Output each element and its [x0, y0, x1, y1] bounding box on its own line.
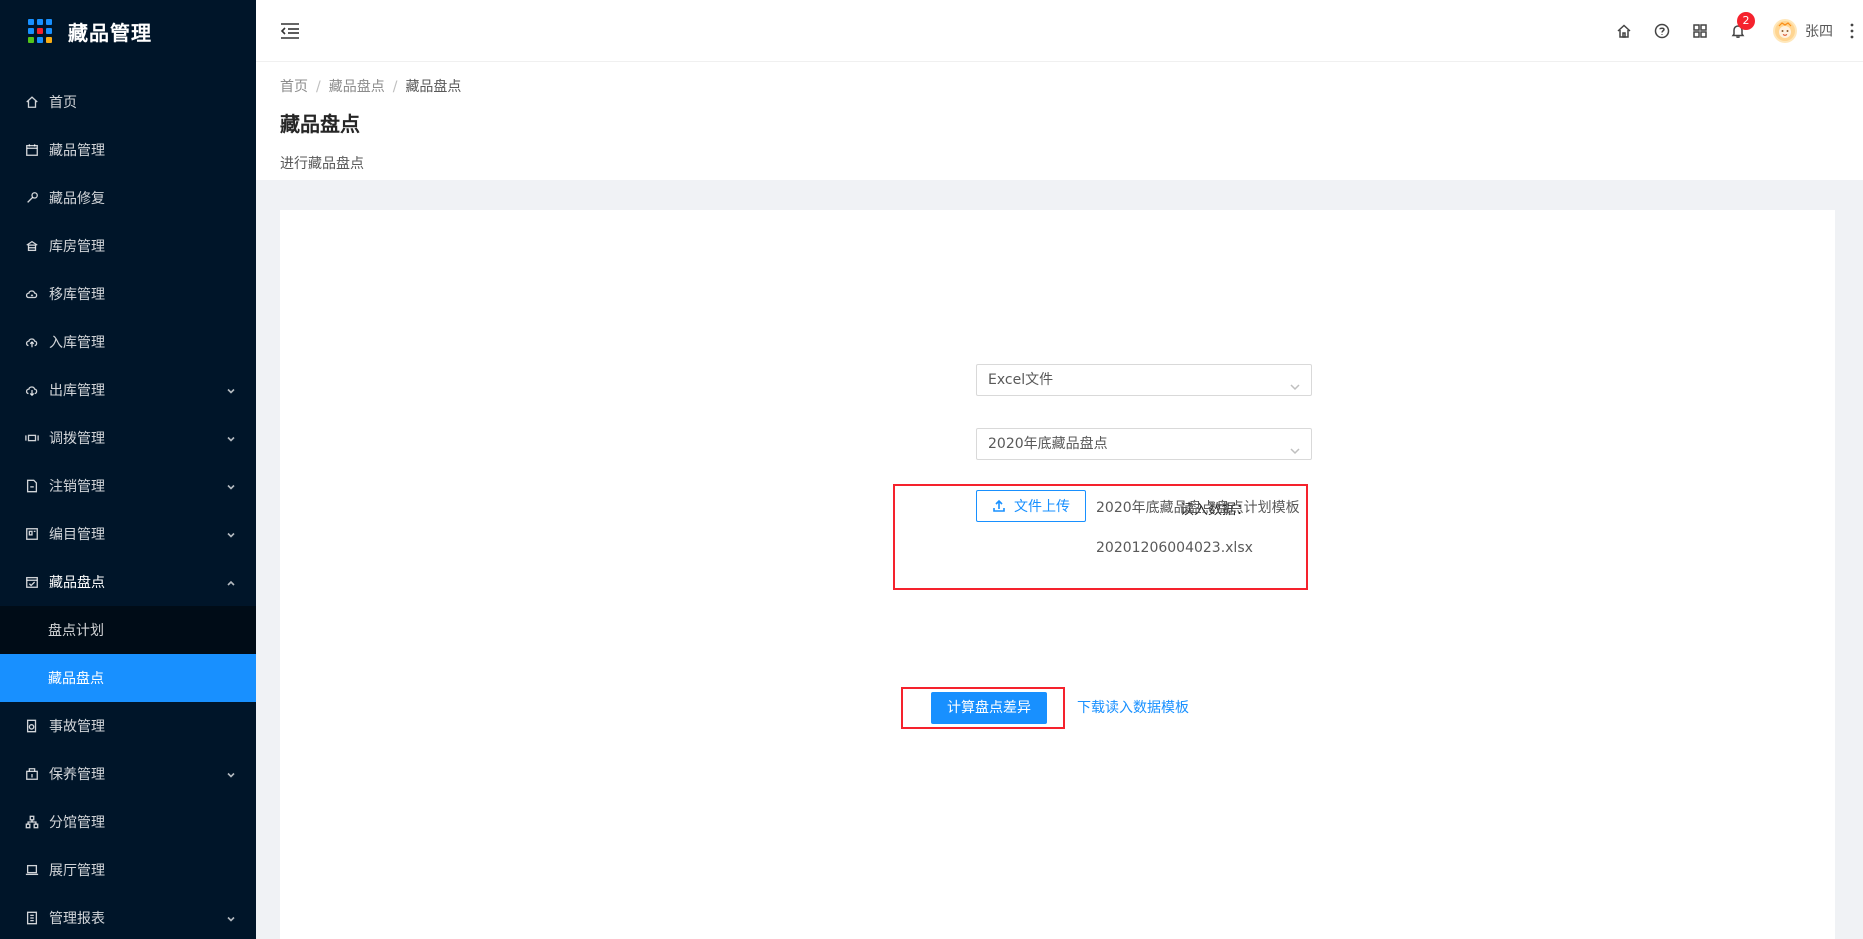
sidebar-item[interactable]: 首页	[0, 78, 256, 126]
sidebar-item-label: 事故管理	[49, 719, 105, 735]
sidebar-item-label: 分馆管理	[49, 815, 105, 831]
sidebar-item[interactable]: 入库管理	[0, 318, 256, 366]
sidebar-menu: 首页藏品管理藏品修复库房管理移库管理入库管理出库管理调拨管理注销管理编目管理藏品…	[0, 78, 256, 939]
sidebar-subitem-label: 盘点计划	[48, 623, 104, 639]
username[interactable]: 张四	[1805, 21, 1833, 41]
sidebar-item[interactable]: 保养管理	[0, 750, 256, 798]
sidebar-item[interactable]: 藏品修复	[0, 174, 256, 222]
plan-select[interactable]: 2020年底藏品盘点	[976, 428, 1312, 460]
chevron-down-icon	[226, 432, 236, 442]
upload-button[interactable]: 文件上传	[976, 490, 1086, 522]
sidebar-item-label: 保养管理	[49, 767, 105, 783]
sidebar-item-label: 展厅管理	[49, 863, 105, 879]
brand[interactable]: 藏品管理	[0, 0, 256, 62]
laptop-icon	[24, 862, 40, 878]
breadcrumb-inventory[interactable]: 藏品盘点	[329, 79, 385, 95]
inventory-icon	[24, 574, 40, 590]
source-select-value: Excel文件	[988, 372, 1054, 388]
sidebar-item[interactable]: 出库管理	[0, 366, 256, 414]
branch-icon	[24, 814, 40, 830]
sidebar-item[interactable]: 分馆管理	[0, 798, 256, 846]
breadcrumb-home[interactable]: 首页	[280, 79, 308, 95]
storage-icon	[24, 238, 40, 254]
sidebar-item-label: 首页	[49, 95, 77, 111]
sidebar-item-label: 藏品盘点	[49, 575, 105, 591]
cloud-sync-icon	[24, 286, 40, 302]
menu-fold-icon[interactable]	[280, 22, 300, 40]
sidebar-subitem-label: 藏品盘点	[48, 671, 104, 687]
home-icon	[24, 94, 40, 110]
content-card: 盘点数据来源： Excel文件 盘点计划： 2020年底藏品盘点 读入数据： 文…	[280, 210, 1835, 939]
sidebar-item[interactable]: 调拨管理	[0, 414, 256, 462]
sidebar: 藏品管理 首页 藏品管理 藏品修复 库房管理 移库管理 入库管理 出库管理 调拨管理 注销管理编…	[0, 0, 256, 939]
sidebar-item[interactable]: 管理报表	[0, 894, 256, 939]
more-vertical-icon[interactable]	[1845, 22, 1859, 40]
sidebar-item[interactable]: 库房管理	[0, 222, 256, 270]
sidebar-item-label: 入库管理	[49, 335, 105, 351]
sidebar-item-label: 管理报表	[49, 911, 105, 927]
sidebar-item-label: 藏品修复	[49, 191, 105, 207]
sidebar-item-label: 编目管理	[49, 527, 105, 543]
top-header: 2 张四	[256, 0, 1863, 62]
maintenance-icon	[24, 766, 40, 782]
incident-icon	[24, 718, 40, 734]
sidebar-item[interactable]: 编目管理	[0, 510, 256, 558]
sidebar-item-label: 藏品管理	[49, 143, 105, 159]
app-grid-logo-icon	[28, 19, 52, 43]
breadcrumb-separator: /	[392, 79, 398, 95]
sidebar-item[interactable]: 注销管理	[0, 462, 256, 510]
compute-difference-button[interactable]: 计算盘点差异	[931, 692, 1047, 724]
sidebar-item[interactable]: 移库管理	[0, 270, 256, 318]
sidebar-item-label: 调拨管理	[49, 431, 105, 447]
sidebar-subitem[interactable]: 藏品盘点	[0, 654, 256, 702]
chevron-down-icon	[226, 912, 236, 922]
sidebar-item-label: 移库管理	[49, 287, 105, 303]
avatar[interactable]	[1773, 19, 1797, 43]
sidebar-item[interactable]: 藏品管理	[0, 126, 256, 174]
file-icon	[24, 478, 40, 494]
chevron-down-icon	[1289, 374, 1301, 391]
sidebar-submenu: 盘点计划 藏品盘点	[0, 606, 256, 702]
chevron-down-icon	[226, 528, 236, 538]
chevron-down-icon	[226, 384, 236, 394]
sidebar-item-label: 注销管理	[49, 479, 105, 495]
page-header: 首页 / 藏品盘点 / 藏品盘点 藏品盘点 进行藏品盘点	[256, 62, 1863, 180]
chevron-up-icon	[226, 576, 236, 586]
tool-icon	[24, 190, 40, 206]
sidebar-item-label: 库房管理	[49, 239, 105, 255]
breadcrumb-current: 藏品盘点	[405, 79, 462, 95]
source-select[interactable]: Excel文件	[976, 364, 1312, 396]
header-actions: 2 张四	[1615, 0, 1863, 62]
transfer-icon	[24, 430, 40, 446]
chevron-down-icon	[226, 768, 236, 778]
plan-select-value: 2020年底藏品盘点	[988, 436, 1108, 452]
bell-icon[interactable]: 2	[1729, 12, 1755, 40]
apps-icon[interactable]	[1691, 22, 1709, 40]
report-icon	[24, 910, 40, 926]
help-icon[interactable]	[1653, 22, 1671, 40]
breadcrumb: 首页 / 藏品盘点 / 藏品盘点	[280, 76, 1839, 96]
notification-badge: 2	[1737, 12, 1755, 30]
uploaded-file-name[interactable]: 2020年底藏品盘点盘点计划模板20201206004023.xlsx	[1096, 488, 1306, 568]
brand-title: 藏品管理	[68, 20, 152, 45]
sidebar-item[interactable]: 事故管理	[0, 702, 256, 750]
chevron-down-icon	[226, 480, 236, 490]
chevron-down-icon	[1289, 438, 1301, 455]
cloud-upload-icon	[24, 334, 40, 350]
upload-icon	[993, 499, 1005, 512]
upload-button-label: 文件上传	[1014, 499, 1070, 515]
breadcrumb-separator: /	[316, 79, 321, 95]
page-title: 藏品盘点	[280, 112, 360, 136]
sidebar-item[interactable]: 藏品盘点	[0, 558, 256, 606]
catalog-icon	[24, 526, 40, 542]
sidebar-item[interactable]: 展厅管理	[0, 846, 256, 894]
sidebar-subitem[interactable]: 盘点计划	[0, 606, 256, 654]
cloud-download-icon	[24, 382, 40, 398]
calendar-icon	[24, 142, 40, 158]
home-icon[interactable]	[1615, 22, 1633, 40]
page-description: 进行藏品盘点	[280, 156, 364, 172]
sidebar-item-label: 出库管理	[49, 383, 105, 399]
download-template-link[interactable]: 下载读入数据模板	[1077, 692, 1189, 724]
